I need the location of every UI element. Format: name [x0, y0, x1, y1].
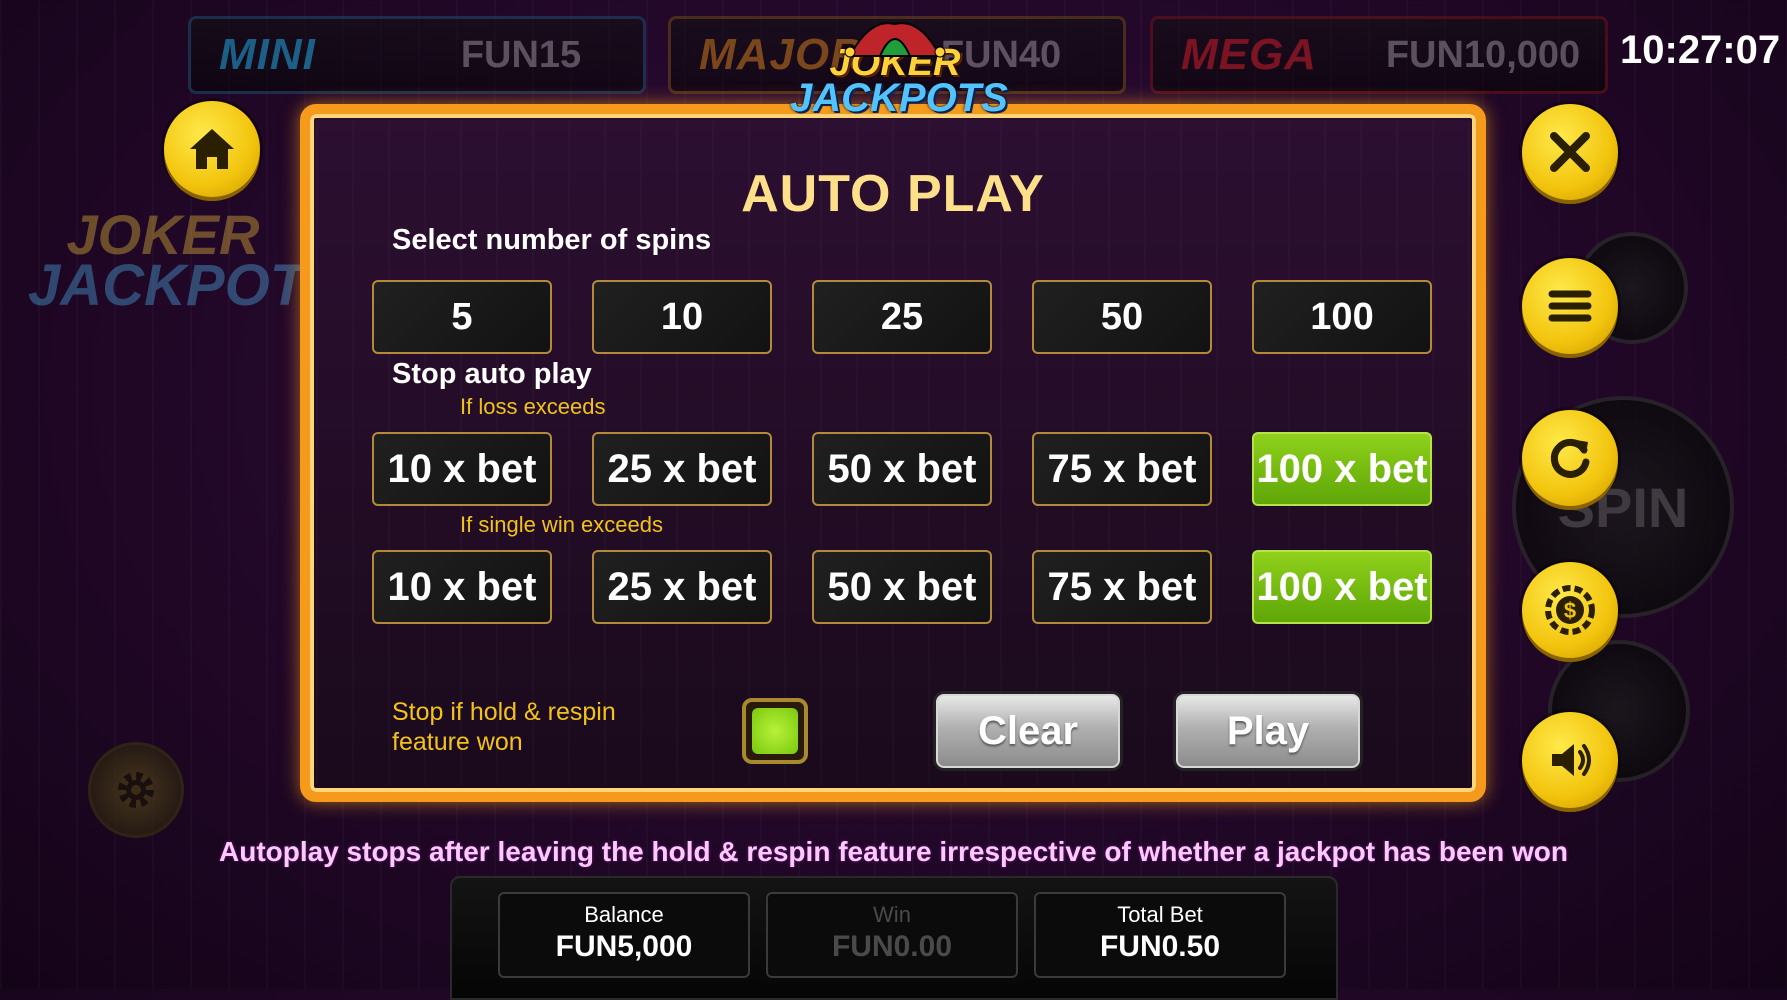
total-bet-box: Total Bet FUN0.50 [1034, 892, 1286, 978]
home-icon [190, 129, 234, 169]
spins-option[interactable]: 100 [1252, 280, 1432, 354]
settings-button[interactable] [88, 742, 184, 838]
win-option[interactable]: 75 x bet [1032, 550, 1212, 624]
win-box: Win FUN0.00 [766, 892, 1018, 978]
spins-option[interactable]: 10 [592, 280, 772, 354]
loss-option-selected[interactable]: 100 x bet [1252, 432, 1432, 506]
loss-option[interactable]: 75 x bet [1032, 432, 1212, 506]
jackpot-mega-name: MEGA [1181, 30, 1317, 79]
win-stat-value: FUN0.00 [831, 930, 953, 963]
spins-option[interactable]: 5 [372, 280, 552, 354]
spins-option[interactable]: 50 [1032, 280, 1212, 354]
total-bet-label: Total Bet [1117, 902, 1203, 927]
clock: 10:27:07 [1620, 28, 1781, 72]
balance-value: FUN5,000 [555, 930, 693, 963]
home-button[interactable] [164, 101, 260, 197]
win-stat-label: Win [873, 902, 911, 927]
jackpot-mini-name: MINI [219, 30, 316, 79]
dialog-body: AUTO PLAY Select number of spins 5 10 25… [316, 120, 1470, 786]
sound-icon [1552, 744, 1591, 776]
win-option[interactable]: 10 x bet [372, 550, 552, 624]
win-label: If single win exceeds [460, 512, 663, 537]
menu-button[interactable] [1522, 258, 1618, 354]
close-button[interactable] [1522, 104, 1618, 200]
stats-panel: Balance FUN5,000 Win FUN0.00 Total Bet F… [450, 876, 1338, 1000]
loss-option[interactable]: 10 x bet [372, 432, 552, 506]
jackpot-mini: MINI FUN15 [188, 16, 646, 94]
loss-option[interactable]: 25 x bet [592, 432, 772, 506]
clear-button[interactable]: Clear [936, 694, 1120, 768]
play-button[interactable]: Play [1176, 694, 1360, 768]
autoplay-dialog: AUTO PLAY Select number of spins 5 10 25… [300, 104, 1486, 802]
feature-stop-label-1: Stop if hold & respin [392, 698, 616, 726]
refresh-icon [1550, 438, 1590, 478]
stop-label: Stop auto play [392, 358, 592, 390]
loss-option[interactable]: 50 x bet [812, 432, 992, 506]
win-option[interactable]: 50 x bet [812, 550, 992, 624]
coin-button[interactable]: $ [1522, 562, 1618, 658]
spins-label: Select number of spins [392, 224, 712, 256]
autoplay-notice: Autoplay stops after leaving the hold & … [219, 836, 1568, 867]
game-logo: JOKER JACKPOTS [790, 22, 1008, 121]
close-icon [1550, 132, 1590, 172]
svg-text:$: $ [1564, 598, 1576, 623]
dialog-title: AUTO PLAY [741, 165, 1045, 223]
sound-button[interactable] [1522, 712, 1618, 808]
jackpot-mega: MEGA FUN10,000 [1150, 16, 1608, 94]
jackpot-mini-value: FUN15 [460, 33, 582, 76]
balance-box: Balance FUN5,000 [498, 892, 750, 978]
refresh-button[interactable] [1522, 410, 1618, 506]
feature-stop-label-2: feature won [392, 728, 523, 756]
jester-hat-icon [844, 22, 946, 58]
win-option-selected[interactable]: 100 x bet [1252, 550, 1432, 624]
checkbox-checked-fill [752, 708, 798, 754]
balance-label: Balance [584, 902, 664, 927]
gear-icon [118, 772, 154, 808]
total-bet-value: FUN0.50 [1099, 930, 1221, 963]
menu-icon [1548, 290, 1592, 322]
jackpot-mega-value: FUN10,000 [1385, 33, 1581, 76]
coin-icon: $ [1545, 585, 1595, 635]
side-logo: JOKER JACKPOTS [28, 206, 344, 319]
side-logo-line-2: JACKPOTS [28, 253, 344, 319]
spins-option[interactable]: 25 [812, 280, 992, 354]
logo-line-2: JACKPOTS [790, 76, 1008, 121]
loss-label: If loss exceeds [460, 394, 606, 419]
feature-stop-checkbox[interactable] [742, 698, 808, 764]
win-option[interactable]: 25 x bet [592, 550, 772, 624]
